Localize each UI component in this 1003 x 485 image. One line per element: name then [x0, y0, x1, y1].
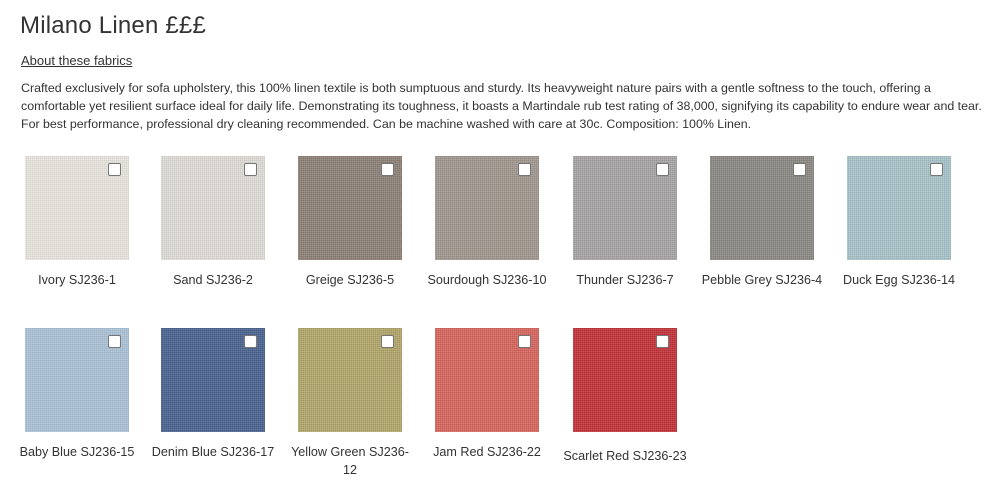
swatch-tile[interactable] — [25, 156, 129, 260]
swatch-label: Yellow Green SJ236-12 — [291, 445, 409, 477]
swatch-duck-egg[interactable]: Duck Egg SJ236-14 — [834, 156, 964, 289]
swatch-tile[interactable] — [573, 328, 677, 432]
swatch-tile[interactable] — [847, 156, 951, 260]
swatch-tile[interactable] — [161, 328, 265, 432]
swatch-pebble-grey[interactable]: Pebble Grey SJ236-4 — [697, 156, 827, 289]
fabric-description: Crafted exclusively for sofa upholstery,… — [21, 81, 982, 131]
swatch-tile[interactable] — [573, 156, 677, 260]
swatch-tile[interactable] — [435, 328, 539, 432]
swatch-label: Greige SJ236-5 — [305, 273, 395, 287]
swatch-label: Denim Blue SJ236-17 — [151, 445, 275, 459]
swatch-tile[interactable] — [161, 156, 265, 260]
swatch-label: Pebble Grey SJ236-4 — [701, 273, 823, 287]
swatch-label: Duck Egg SJ236-14 — [842, 273, 955, 287]
swatch-sourdough[interactable]: Sourdough SJ236-10 — [422, 156, 552, 289]
swatch-label: Sand SJ236-2 — [173, 273, 253, 287]
page-title: Milano Linen £££ — [20, 12, 207, 39]
swatch-baby-blue[interactable]: Baby Blue SJ236-15 — [12, 328, 142, 461]
swatch-checkbox[interactable] — [518, 163, 531, 176]
swatch-label: Baby Blue SJ236-15 — [19, 445, 135, 459]
swatch-denim-blue[interactable]: Denim Blue SJ236-17 — [148, 328, 278, 461]
swatch-checkbox[interactable] — [244, 335, 257, 348]
swatch-checkbox[interactable] — [108, 335, 121, 348]
about-fabrics-link[interactable]: About these fabrics — [21, 53, 132, 68]
swatch-checkbox[interactable] — [793, 163, 806, 176]
swatch-label: Sourdough SJ236-10 — [427, 273, 547, 287]
swatch-checkbox[interactable] — [656, 335, 669, 348]
swatch-checkbox[interactable] — [108, 163, 121, 176]
swatch-tile[interactable] — [710, 156, 814, 260]
swatch-tile[interactable] — [435, 156, 539, 260]
swatch-checkbox[interactable] — [930, 163, 943, 176]
swatch-label: Thunder SJ236-7 — [576, 273, 674, 287]
swatch-label: Scarlet Red SJ236-23 — [563, 449, 687, 463]
fabric-page: Milano Linen £££ About these fabrics Cra… — [0, 0, 1003, 485]
swatch-checkbox[interactable] — [518, 335, 531, 348]
swatch-greige[interactable]: Greige SJ236-5 — [285, 156, 415, 289]
swatch-ivory[interactable]: Ivory SJ236-1 — [12, 156, 142, 289]
swatch-checkbox[interactable] — [381, 335, 394, 348]
swatch-label: Jam Red SJ236-22 — [433, 445, 541, 459]
swatch-tile[interactable] — [25, 328, 129, 432]
swatch-checkbox[interactable] — [244, 163, 257, 176]
swatch-label: Ivory SJ236-1 — [38, 273, 116, 287]
swatch-thunder[interactable]: Thunder SJ236-7 — [560, 156, 690, 289]
swatch-jam-red[interactable]: Jam Red SJ236-22 — [422, 328, 552, 461]
swatch-yellow-green[interactable]: Yellow Green SJ236-12 — [285, 328, 415, 479]
swatch-checkbox[interactable] — [381, 163, 394, 176]
swatch-tile[interactable] — [298, 328, 402, 432]
swatch-sand[interactable]: Sand SJ236-2 — [148, 156, 278, 289]
swatch-checkbox[interactable] — [656, 163, 669, 176]
swatch-scarlet-red[interactable]: Scarlet Red SJ236-23 — [560, 328, 690, 465]
swatch-tile[interactable] — [298, 156, 402, 260]
